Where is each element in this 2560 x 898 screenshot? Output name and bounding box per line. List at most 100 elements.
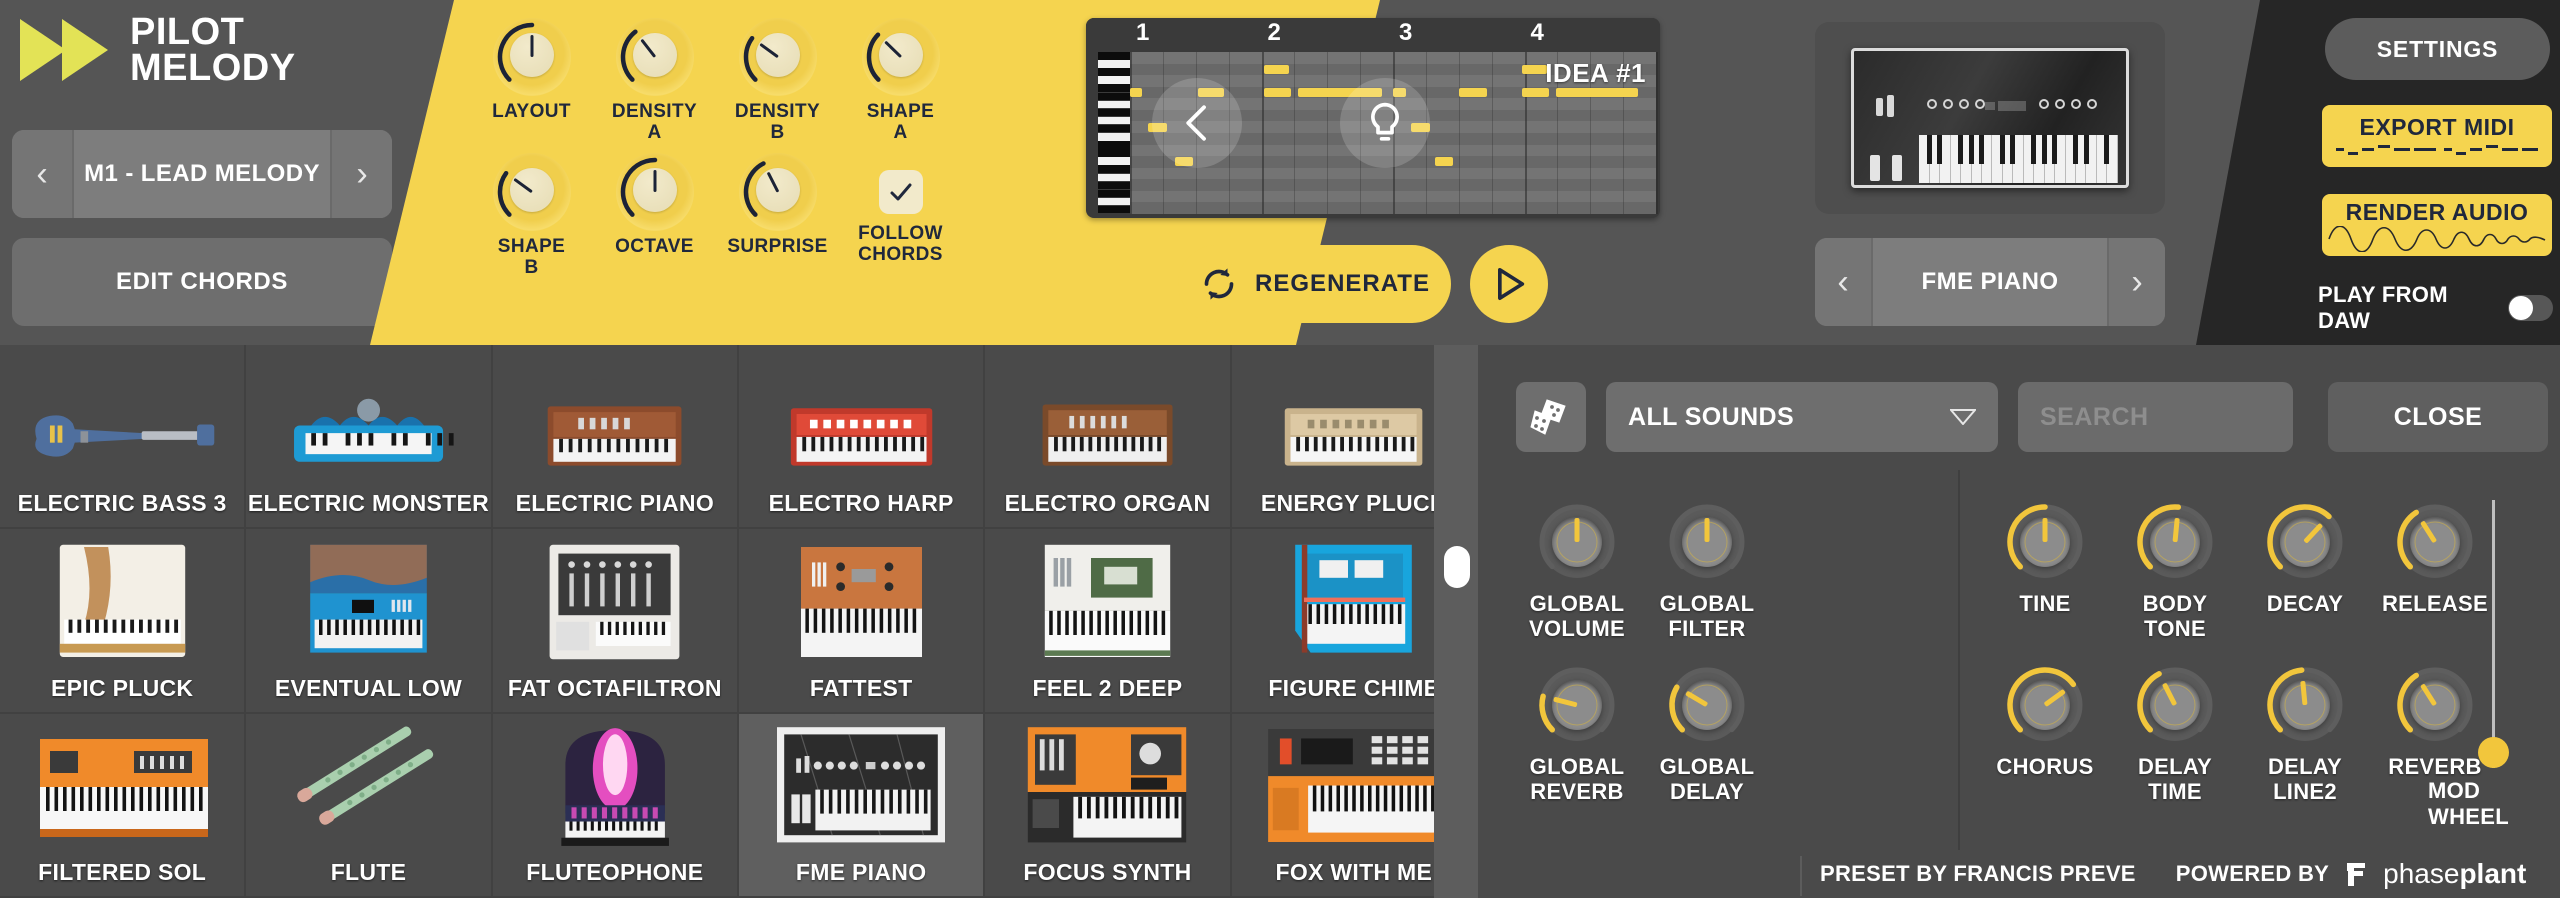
sound-tile-label: FLUTEOPHONE [526,858,704,885]
generator-knob-density-b[interactable]: DENSITY B [716,8,839,143]
sound-tile[interactable]: EPIC PLUCK [0,529,247,714]
knob-delay-line2[interactable]: DELAY LINE2 [2240,663,2370,804]
knob-dial[interactable] [861,18,940,96]
knob-global-reverb[interactable]: GLOBAL REVERB [1512,663,1642,804]
knob-dial[interactable] [1665,500,1749,584]
sound-tile-artwork [246,345,490,490]
sound-tile[interactable]: ELECTRIC PIANO [492,345,739,530]
melody-next-button[interactable]: › [330,130,392,218]
midi-note[interactable] [1264,88,1292,97]
sound-tile[interactable]: ELECTRIC MONSTER [246,345,493,530]
sound-tile[interactable]: FLUTEOPHONE [492,713,739,898]
mod-wheel-handle[interactable] [2477,737,2509,768]
knob-global-delay[interactable]: GLOBAL DELAY [1642,663,1772,804]
piano-key-black [1098,205,1130,214]
category-dropdown[interactable]: ALL SOUNDS [1606,382,1998,452]
mod-wheel-track[interactable] [2477,500,2509,768]
piano-roll-gridline [1491,52,1493,214]
knob-dial[interactable] [2003,663,2087,747]
play-from-daw-toggle[interactable] [2507,295,2553,321]
checkbox-box[interactable] [878,170,923,215]
idea-button[interactable] [1340,78,1430,168]
generator-knob-surprise[interactable]: SURPRISE [716,143,839,278]
melody-slot-selector[interactable]: ‹ M1 - LEAD MELODY › [12,130,392,218]
knob-chorus[interactable]: CHORUS [1980,663,2110,804]
search-input[interactable]: SEARCH [2018,382,2293,452]
browser-scrollbar-thumb[interactable] [1444,546,1470,588]
melody-prev-button[interactable]: ‹ [12,130,74,218]
photo-knob-row-right [2038,99,2097,110]
knob-dial[interactable] [1665,663,1749,747]
knob-delay-time[interactable]: DELAY TIME [2110,663,2240,804]
generator-knob-layout[interactable]: LAYOUT [470,8,593,143]
generator-knob-row-2: SHAPE B OCTAVE SURPRISE FOLLOW CHORDS [470,143,1010,278]
knob-pointer [653,170,656,193]
piano-key-black [1098,181,1130,190]
instrument-prev-button[interactable]: ‹ [1815,238,1873,326]
midi-note[interactable] [1130,88,1142,97]
mod-wheel-slider[interactable]: MOD WHEEL [2428,500,2558,830]
sound-tile[interactable]: FME PIANO [738,713,986,898]
edit-chords-button[interactable]: EDIT CHORDS [12,238,392,326]
sound-tile[interactable]: ELECTRIC BASS 3 [0,345,247,530]
midi-note[interactable] [1264,64,1290,74]
knob-dial[interactable] [492,18,571,96]
knob-dial[interactable] [492,153,571,232]
knob-dial[interactable] [2263,663,2347,747]
knob-label: SHAPE A [866,101,935,143]
knob-body-tone[interactable]: BODY TONE [2110,500,2240,641]
knob-dial[interactable] [615,153,694,232]
generator-knob-octave[interactable]: OCTAVE [593,143,716,278]
instrument-selector[interactable]: ‹ FME PIANO › [1815,238,2165,326]
knob-dial[interactable] [615,18,694,96]
sound-tile[interactable]: ELECTRO ORGAN [985,345,1232,530]
piano-key-black [1098,141,1130,149]
knob-global-filter[interactable]: GLOBAL FILTER [1642,500,1772,641]
midi-note[interactable] [1521,88,1550,97]
midi-note[interactable] [1521,64,1548,74]
sound-tile-label: FOX WITH ME [1275,858,1433,885]
settings-button[interactable]: SETTINGS [2325,18,2550,80]
regenerate-button[interactable]: REGENERATE [1178,245,1451,323]
sound-tile[interactable]: FLUTE [246,713,493,898]
midi-note[interactable] [1435,157,1454,167]
export-midi-button[interactable]: EXPORT MIDI [2322,105,2552,167]
midi-note[interactable] [1556,88,1638,97]
knob-dial[interactable] [2133,500,2217,584]
browser-scrollbar-track[interactable] [1434,345,1478,898]
generator-knob-shape-b[interactable]: SHAPE B [470,143,593,278]
instrument-next-button[interactable]: › [2107,238,2165,326]
sound-tile[interactable]: ELECTRO HARP [738,345,986,530]
play-from-daw-row[interactable]: PLAY FROM DAW [2318,282,2553,333]
knob-dial[interactable] [2133,663,2217,747]
midi-note[interactable] [1458,88,1487,97]
sound-tile-label: FOCUS SYNTH [1023,858,1192,885]
previous-idea-button[interactable] [1152,78,1242,168]
knob-global-volume[interactable]: GLOBAL VOLUME [1512,500,1642,641]
sound-tile[interactable]: EVENTUAL LOW [246,529,493,714]
play-button[interactable] [1470,245,1548,323]
knob-label: SHAPE B [497,236,566,278]
knob-dial[interactable] [1535,500,1619,584]
piano-roll-gridline [1458,52,1460,214]
randomize-preset-button[interactable] [1516,382,1586,452]
generator-knob-shape-a[interactable]: SHAPE A [839,8,962,143]
knob-dial[interactable] [2003,500,2087,584]
knob-decay[interactable]: DECAY [2240,500,2370,641]
sound-tile[interactable]: FOCUS SYNTH [985,713,1232,898]
sound-tile[interactable]: FILTERED SOL [0,713,247,898]
sound-tile[interactable]: FAT OCTAFILTRON [492,529,739,714]
sound-tile[interactable]: FATTEST [738,529,986,714]
knob-dial[interactable] [738,18,817,96]
sound-tile[interactable]: FEEL 2 DEEP [985,529,1232,714]
knob-dial[interactable] [2263,500,2347,584]
knob-dial[interactable] [738,153,817,232]
knob-dial[interactable] [1535,663,1619,747]
render-audio-button[interactable]: RENDER AUDIO [2322,194,2552,256]
piano-roll-gridline [1130,52,1132,214]
knob-tine[interactable]: TINE [1980,500,2110,641]
follow-chords-checkbox[interactable]: FOLLOW CHORDS [839,143,962,278]
generator-knob-density-a[interactable]: DENSITY A [593,8,716,143]
piano-roll[interactable]: 1 2 3 4 IDEA #1 [1086,18,1660,218]
close-browser-button[interactable]: CLOSE [2328,382,2548,452]
